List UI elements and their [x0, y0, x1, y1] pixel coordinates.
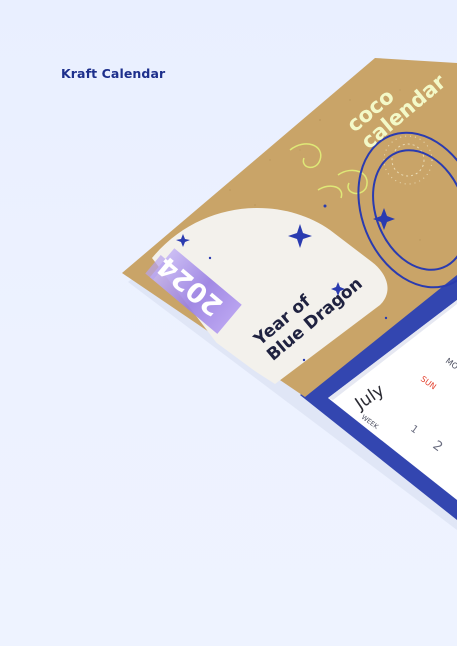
calendar-illustration: coco calendar 2024 Year of Blue Dragon J…	[122, 58, 457, 530]
calendar-mockup: coco calendar 2024 Year of Blue Dragon J…	[0, 0, 457, 646]
